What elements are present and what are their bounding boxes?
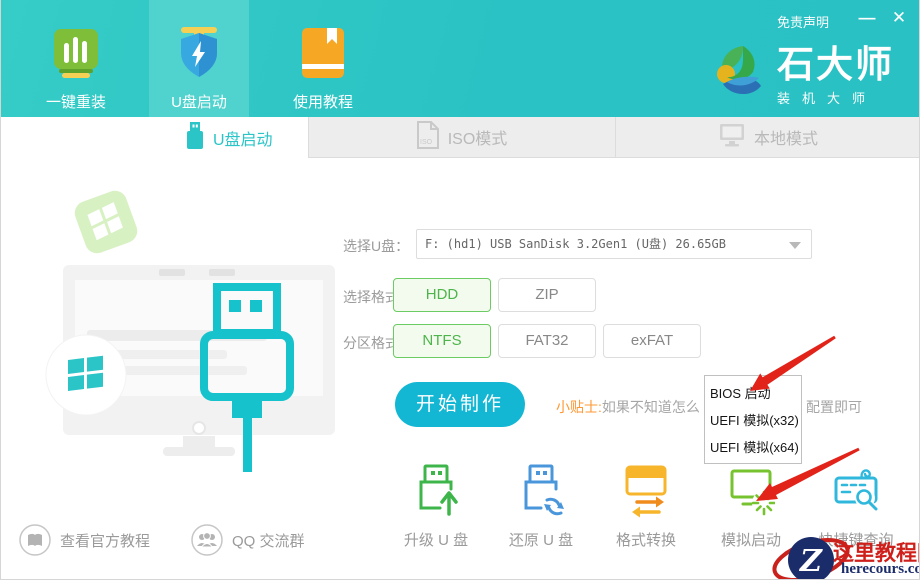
brand-name: 石大师 (777, 44, 894, 86)
group-people-icon (191, 524, 223, 556)
site-watermark: Z 这里教程网 herecours.com (769, 530, 920, 580)
book-circle-icon (19, 524, 51, 556)
chevron-down-icon (789, 242, 801, 249)
usb-boot-shield-icon (175, 27, 223, 84)
tool-restore-usb[interactable]: 还原 U 盘 (495, 464, 587, 550)
nav-item-label: U盘启动 (171, 91, 227, 112)
brand-subtitle: 装机大师 (777, 88, 894, 107)
partition-option-ntfs[interactable]: NTFS (393, 324, 491, 358)
svg-text:Z: Z (799, 544, 823, 579)
iso-file-icon: ISO (417, 121, 439, 154)
usb-drive-select[interactable]: F: (hd1) USB SanDisk 3.2Gen1 (U盘) 26.65G… (416, 229, 812, 259)
tip-after: 配置即可 (806, 397, 862, 417)
tool-format-convert[interactable]: 格式转换 (600, 464, 692, 550)
tool-label: 还原 U 盘 (495, 529, 587, 550)
tab-iso-mode[interactable]: ISO ISO模式 (308, 117, 615, 158)
footer-link-label: 查看官方教程 (60, 530, 150, 551)
menu-item-uefi-x64[interactable]: UEFI 模拟(x64) (710, 437, 801, 456)
restore-usb-icon (517, 464, 565, 518)
format-option-hdd[interactable]: HDD (393, 278, 491, 312)
nav-item-usb-boot[interactable]: U盘启动 (149, 0, 249, 117)
tip-label: 小贴士: (556, 399, 602, 415)
tip-text: 小贴士:如果不知道怎么 (556, 397, 700, 417)
app-window: 一键重装 U盘启动 (0, 0, 920, 580)
format-option-zip[interactable]: ZIP (498, 278, 596, 312)
footer-link-label: QQ 交流群 (232, 530, 305, 551)
brand-swirl-icon (713, 44, 769, 109)
format-convert-icon (622, 464, 670, 518)
watermark-domain: herecours.com (841, 561, 920, 578)
hotkey-lookup-icon (832, 464, 880, 518)
disclaimer-link[interactable]: 免责声明 (777, 12, 829, 31)
tab-usb-boot[interactable]: U盘启动 (1, 117, 308, 158)
partition-option-fat32[interactable]: FAT32 (498, 324, 596, 358)
nav-item-label: 一键重装 (46, 91, 106, 112)
tool-label: 升级 U 盘 (390, 529, 482, 550)
header-bar: 一键重装 U盘启动 (1, 0, 920, 117)
monitor-icon (719, 123, 745, 152)
tab-label: ISO模式 (448, 125, 508, 149)
svg-text:ISO: ISO (420, 139, 433, 146)
upgrade-usb-icon (412, 464, 460, 518)
boot-mode-menu: BIOS 启动 UEFI 模拟(x32) UEFI 模拟(x64) (704, 375, 802, 464)
tutorial-book-icon (299, 27, 347, 84)
minimize-button[interactable]: — (855, 6, 879, 30)
nav-item-reinstall[interactable]: 一键重装 (21, 0, 131, 117)
nav-item-tutorial[interactable]: 使用教程 (267, 0, 379, 117)
reinstall-chart-icon (52, 27, 100, 84)
tab-local-mode[interactable]: 本地模式 (615, 117, 920, 158)
menu-item-bios[interactable]: BIOS 启动 (710, 383, 801, 402)
simulate-boot-icon (727, 464, 775, 518)
usb-illustration (41, 180, 341, 480)
menu-item-uefi-x32[interactable]: UEFI 模拟(x32) (710, 410, 801, 429)
official-tutorial-link[interactable]: 查看官方教程 (19, 522, 150, 558)
start-create-button[interactable]: 开始制作 (395, 382, 525, 427)
tab-label: 本地模式 (754, 125, 818, 149)
partition-option-exfat[interactable]: exFAT (603, 324, 701, 358)
close-button[interactable]: ✕ (887, 6, 911, 30)
tool-upgrade-usb[interactable]: 升级 U 盘 (390, 464, 482, 550)
usb-select-label: 选择U盘： (343, 236, 415, 256)
tip-before: 如果不知道怎么 (602, 399, 700, 415)
usb-drive-value: F: (hd1) USB SanDisk 3.2Gen1 (U盘) 26.65G… (425, 230, 726, 258)
brand-logo: 石大师 装机大师 (713, 44, 894, 109)
tab-label: U盘启动 (213, 126, 273, 150)
nav-item-label: 使用教程 (293, 91, 353, 112)
qq-group-link[interactable]: QQ 交流群 (191, 522, 305, 558)
tool-label: 格式转换 (600, 529, 692, 550)
usb-drive-icon (186, 122, 204, 154)
